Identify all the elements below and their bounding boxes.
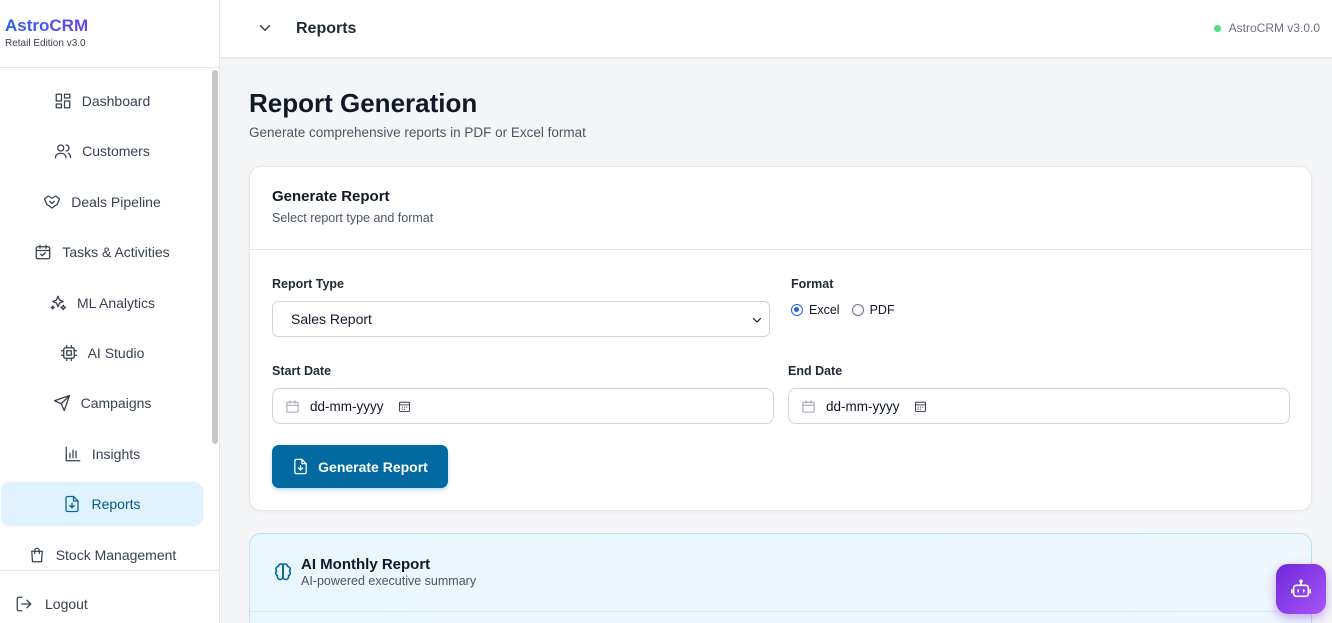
start-date-label: Start Date bbox=[272, 364, 332, 378]
brain-icon bbox=[272, 561, 294, 583]
report-type-value: Sales Report bbox=[291, 311, 372, 327]
top-header: Reports AstroCRM v3.0.0 bbox=[220, 0, 1332, 58]
brand-edition: Retail Edition v3.0 bbox=[5, 38, 86, 49]
card-title: Generate Report bbox=[272, 188, 390, 205]
sidebar-item-label: Campaigns bbox=[80, 395, 152, 411]
format-label: Format bbox=[791, 277, 834, 291]
users-icon bbox=[55, 144, 72, 159]
bot-icon bbox=[1291, 579, 1311, 598]
radio-indicator[interactable] bbox=[851, 304, 864, 316]
calendar-check-icon bbox=[35, 244, 51, 260]
ai-monthly-report-card: AI Monthly Report AI-powered executive s… bbox=[249, 533, 1312, 623]
chevron-down-icon bbox=[751, 313, 763, 325]
logout-label: Logout bbox=[45, 596, 88, 612]
logout-button[interactable]: Logout bbox=[15, 595, 88, 613]
sidebar-item-label: Insights bbox=[91, 446, 141, 462]
collapse-toggle[interactable] bbox=[256, 19, 274, 37]
start-date-input[interactable]: dd-mm-yyyy bbox=[272, 388, 774, 424]
ai-card-subtitle: AI-powered executive summary bbox=[301, 574, 477, 588]
dashboard-icon bbox=[55, 93, 71, 109]
bar-chart-icon bbox=[65, 446, 81, 462]
ai-assistant-button[interactable] bbox=[1276, 564, 1326, 614]
send-icon bbox=[53, 394, 70, 412]
radio-label: PDF bbox=[869, 303, 895, 317]
calendar-icon bbox=[801, 399, 816, 414]
start-date-value: dd-mm-yyyy bbox=[310, 398, 384, 414]
end-date-label: End Date bbox=[788, 364, 843, 378]
card-subtitle: Select report type and format bbox=[272, 211, 434, 225]
report-type-label: Report Type bbox=[272, 277, 344, 291]
sidebar-item-label: AI Studio bbox=[87, 345, 145, 361]
format-radio-group: Excel PDF bbox=[791, 303, 907, 317]
sidebar-item-customers[interactable]: Customers bbox=[1, 129, 203, 173]
sidebar: AstroCRM Retail Edition v3.0 Dashboard C… bbox=[0, 0, 220, 623]
sidebar-scrollbar[interactable] bbox=[212, 70, 218, 444]
ai-card-title: AI Monthly Report bbox=[301, 556, 431, 573]
radio-label: Excel bbox=[809, 303, 840, 317]
file-download-icon bbox=[65, 495, 80, 513]
sidebar-item-ai-studio[interactable]: AI Studio bbox=[1, 331, 203, 375]
generate-report-label: Generate Report bbox=[318, 458, 428, 475]
sidebar-item-label: Reports bbox=[91, 496, 141, 512]
generate-report-button[interactable]: Generate Report bbox=[272, 445, 448, 488]
sidebar-item-deals-pipeline[interactable]: Deals Pipeline bbox=[1, 180, 203, 224]
sidebar-item-campaigns[interactable]: Campaigns bbox=[1, 381, 203, 425]
sidebar-item-label: Dashboard bbox=[81, 93, 151, 109]
sidebar-item-insights[interactable]: Insights bbox=[1, 432, 203, 476]
cpu-icon bbox=[60, 344, 77, 362]
sidebar-item-label: ML Analytics bbox=[76, 295, 156, 311]
format-pdf-radio[interactable]: PDF bbox=[851, 303, 895, 317]
sidebar-item-ml-analytics[interactable]: ML Analytics bbox=[1, 281, 203, 325]
header-title: Reports bbox=[296, 20, 357, 37]
sidebar-item-reports[interactable]: Reports bbox=[1, 482, 203, 526]
generate-report-card: Generate Report Select report type and f… bbox=[249, 166, 1312, 511]
radio-indicator[interactable] bbox=[791, 304, 803, 316]
report-type-select[interactable]: Sales Report bbox=[272, 301, 770, 337]
sidebar-item-label: Deals Pipeline bbox=[71, 194, 161, 210]
sidebar-item-label: Tasks & Activities bbox=[62, 244, 170, 260]
card-header: Generate Report Select report type and f… bbox=[250, 167, 1311, 250]
date-picker-icon[interactable] bbox=[914, 400, 927, 413]
handshake-icon bbox=[44, 195, 61, 209]
sidebar-item-label: Stock Management bbox=[55, 547, 177, 563]
file-download-icon bbox=[294, 458, 307, 475]
calendar-icon bbox=[285, 399, 300, 414]
sidebar-item-label: Customers bbox=[82, 143, 150, 159]
format-excel-radio[interactable]: Excel bbox=[791, 303, 840, 317]
sidebar-item-dashboard[interactable]: Dashboard bbox=[1, 79, 203, 123]
version-indicator: AstroCRM v3.0.0 bbox=[1213, 21, 1320, 35]
logout-icon bbox=[16, 596, 32, 612]
end-date-input[interactable]: dd-mm-yyyy bbox=[788, 388, 1290, 424]
version-text: AstroCRM v3.0.0 bbox=[1228, 21, 1320, 35]
chevron-down-icon bbox=[259, 25, 271, 31]
shopping-bag-icon bbox=[30, 547, 43, 563]
date-picker-icon[interactable] bbox=[398, 400, 411, 413]
sparkles-icon bbox=[50, 295, 67, 311]
divider bbox=[250, 611, 1311, 612]
page-title: Report Generation bbox=[249, 88, 478, 118]
page-subtitle: Generate comprehensive reports in PDF or… bbox=[249, 125, 586, 140]
sidebar-item-tasks[interactable]: Tasks & Activities bbox=[1, 230, 203, 274]
brand: AstroCRM Retail Edition v3.0 bbox=[0, 0, 219, 68]
brand-title: AstroCRM bbox=[5, 16, 219, 36]
end-date-value: dd-mm-yyyy bbox=[826, 398, 900, 414]
sidebar-footer: Logout bbox=[0, 570, 219, 623]
status-dot bbox=[1213, 24, 1221, 32]
